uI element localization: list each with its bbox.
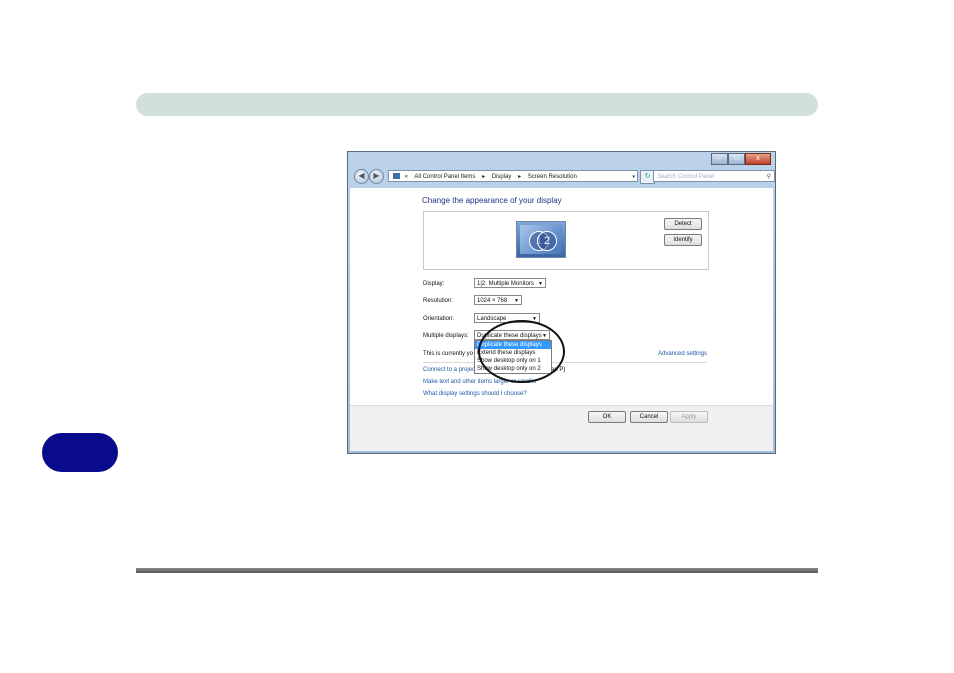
apply-button[interactable]: Apply <box>670 411 708 423</box>
page-header-bar <box>136 93 818 116</box>
navigation-bar: ◀ ▶ « All Control Panel Items ▸ Display … <box>350 166 775 186</box>
search-icon[interactable]: ⚲ <box>767 171 771 183</box>
breadcrumb-separator-icon[interactable]: ▸ <box>518 174 521 180</box>
resolution-label: Resolution: <box>423 298 454 304</box>
page-title: Change the appearance of your display <box>422 196 562 205</box>
ok-button[interactable]: OK <box>588 411 626 423</box>
resolution-select[interactable]: 1024 × 768 ▼ <box>474 295 522 305</box>
window-controls: – □ x <box>711 153 771 165</box>
chevron-down-icon: ▼ <box>514 298 519 304</box>
orientation-label: Orientation: <box>423 316 455 322</box>
connect-projector-link-tail: ap P) <box>551 367 566 373</box>
multiple-displays-dropdown: Duplicate these displays Extend these di… <box>474 340 552 374</box>
minimize-button[interactable]: – <box>711 153 728 165</box>
address-bar[interactable]: « All Control Panel Items ▸ Display ▸ Sc… <box>388 170 638 182</box>
display-label: Display: <box>423 281 445 287</box>
chevron-down-icon: ▼ <box>532 316 537 322</box>
display-value: 1|2. Multiple Monitors <box>477 281 534 287</box>
text-size-link[interactable]: Make text and other items larger or smal… <box>423 379 537 385</box>
control-panel-icon <box>393 173 400 180</box>
address-prefix: « <box>404 174 409 180</box>
resolution-value: 1024 × 768 <box>477 298 508 304</box>
content-area: Change the appearance of your display 1 … <box>350 188 773 451</box>
breadcrumb-screen-resolution[interactable]: Screen Resolution <box>528 174 577 180</box>
option-desktop-only-1[interactable]: Show desktop only on 1 <box>475 357 551 365</box>
search-input[interactable]: Search Control Panel ⚲ <box>653 170 775 182</box>
connect-projector-link[interactable]: Connect to a projecto <box>423 367 480 373</box>
multiple-displays-label: Multiple displays: <box>423 333 469 339</box>
current-display-text: This is currently yo <box>423 351 474 357</box>
cancel-button[interactable]: Cancel <box>630 411 668 423</box>
option-desktop-only-2[interactable]: Show desktop only on 2 <box>475 365 551 373</box>
search-placeholder: Search Control Panel <box>657 174 715 180</box>
monitor-icon[interactable]: 1 2 <box>516 221 566 258</box>
forward-button[interactable]: ▶ <box>369 169 384 184</box>
back-button[interactable]: ◀ <box>354 169 369 184</box>
display-preview: 1 2 Detect Identify <box>423 211 709 270</box>
breadcrumb-display[interactable]: Display <box>492 174 512 180</box>
maximize-button[interactable]: □ <box>728 153 745 165</box>
orientation-value: Landscape <box>477 316 507 322</box>
multiple-displays-value: Duplicate these displays <box>477 333 542 339</box>
identify-button[interactable]: Identify <box>664 234 702 246</box>
display-settings-help-link[interactable]: What display settings should I choose? <box>423 391 527 397</box>
advanced-settings-link[interactable]: Advanced settings <box>658 351 707 357</box>
divider <box>423 362 707 363</box>
breadcrumb-all-items[interactable]: All Control Panel Items <box>414 174 475 180</box>
screen-resolution-window: – □ x ◀ ▶ « All Control Panel Items ▸ Di… <box>347 151 776 454</box>
option-extend-displays[interactable]: Extend these displays <box>475 349 551 357</box>
chapter-tab <box>42 433 118 472</box>
detect-button[interactable]: Detect <box>664 218 702 230</box>
address-dropdown-icon[interactable]: ▾ <box>632 171 635 183</box>
option-duplicate-displays[interactable]: Duplicate these displays <box>475 341 551 349</box>
breadcrumb-separator-icon[interactable]: ▸ <box>482 174 485 180</box>
monitor-number-2: 2 <box>537 231 557 251</box>
multiple-displays-select[interactable]: Duplicate these displays ▼ <box>474 330 550 340</box>
chevron-down-icon: ▼ <box>538 281 543 287</box>
close-button[interactable]: x <box>745 153 771 165</box>
button-bar: OK Cancel Apply <box>350 405 773 451</box>
orientation-select[interactable]: Landscape ▼ <box>474 313 540 323</box>
display-select[interactable]: 1|2. Multiple Monitors ▼ <box>474 278 546 288</box>
footer-rule <box>136 568 818 573</box>
